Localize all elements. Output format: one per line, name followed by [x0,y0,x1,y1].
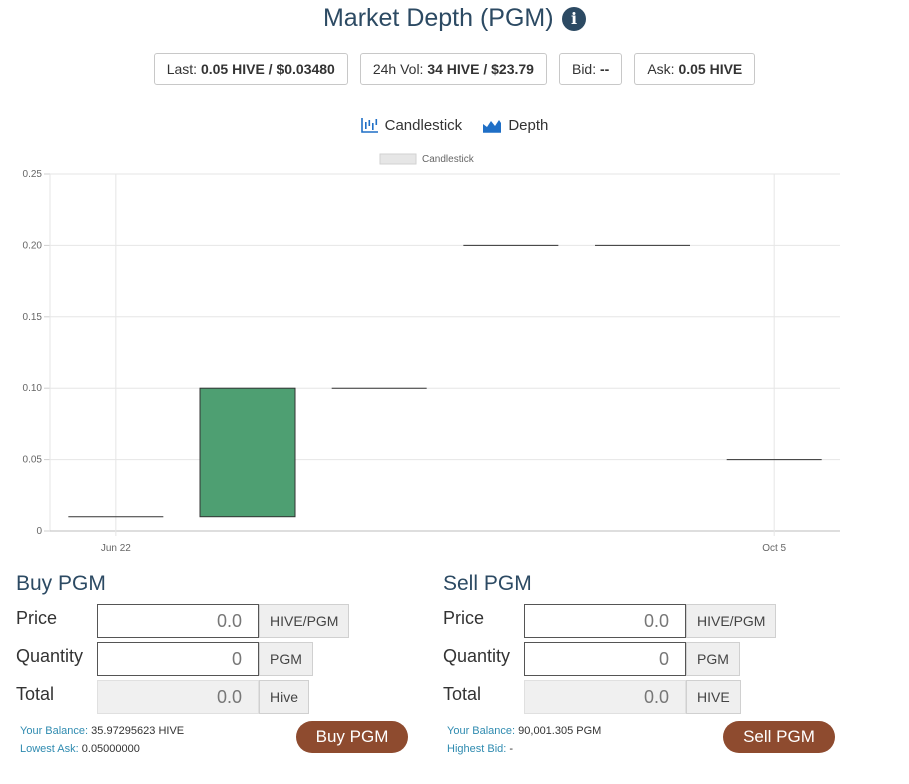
highest-bid-label[interactable]: Highest Bid: [447,743,506,755]
sell-balance-info: Your Balance: 90,001.305 PGM Highest Bid… [447,722,601,758]
lowest-ask-label[interactable]: Lowest Ask: [20,743,79,755]
highest-bid-value: - [509,743,514,755]
y-tick-label: 0.25 [23,169,43,180]
buy-price-input[interactable]: 0.0 [97,604,259,638]
sell-price-unit: HIVE/PGM [686,604,777,638]
lowest-ask-value: 0.05000000 [81,743,140,755]
sell-price-row: Price 0.0 HIVE/PGM [443,604,863,641]
market-stats: Last: 0.05 HIVE / $0.03480 24h Vol: 34 H… [0,53,909,85]
sell-price-input[interactable]: 0.0 [524,604,686,638]
y-tick-label: 0 [36,526,42,537]
stat-volume: 24h Vol: 34 HIVE / $23.79 [359,53,547,85]
sell-total-row: Total 0.0 HIVE [443,680,863,717]
sell-total-field: 0.0 [524,680,686,714]
buy-total-unit: Hive [259,680,310,714]
area-chart-icon [483,119,502,133]
sell-panel: Sell PGM Price 0.0 HIVE/PGM Quantity 0 P… [443,572,863,755]
sell-button[interactable]: Sell PGM [723,721,835,753]
sell-balance-label[interactable]: Your Balance: [447,725,515,737]
buy-title: Buy PGM [16,572,106,595]
buy-price-label: Price [16,608,58,628]
buy-quantity-input[interactable]: 0 [97,642,259,676]
info-circle-icon[interactable]: i [562,6,587,31]
stat-volume-value: 34 HIVE / $23.79 [427,61,534,77]
stat-bid: Bid: -- [558,53,623,85]
x-tick-label: Jun 22 [101,543,131,554]
sell-title: Sell PGM [443,572,532,595]
stat-ask-label: Ask: [647,61,675,77]
stat-bid-label: Bid: [571,61,597,77]
buy-balance-label[interactable]: Your Balance: [20,725,88,737]
stat-ask-value: 0.05 HIVE [678,61,743,77]
tab-depth[interactable]: Depth [482,117,548,134]
sell-quantity-row: Quantity 0 PGM [443,642,863,679]
candlestick-chart-icon [360,117,378,133]
buy-quantity-row: Quantity 0 PGM [16,642,436,679]
buy-total-row: Total 0.0 Hive [16,680,436,717]
buy-quantity-unit: PGM [259,642,313,676]
buy-panel: Buy PGM Price 0.0 HIVE/PGM Quantity 0 PG… [16,572,436,755]
y-tick-label: 0.15 [23,312,43,323]
legend-swatch [379,153,417,165]
candlestick-chart: 0 0.05 0.10 0.15 0.20 0.25 Jun 22 Oct 5 Candle… [23,153,840,554]
sell-quantity-label: Quantity [443,646,511,666]
sell-balance-value: 90,001.305 PGM [518,725,602,737]
stat-last-label: Last: [166,61,198,77]
buy-quantity-label: Quantity [16,646,84,666]
buy-price-row: Price 0.0 HIVE/PGM [16,604,436,641]
candle[interactable] [199,387,296,518]
buy-balance-value: 35.97295623 HIVE [91,725,185,737]
sell-quantity-input[interactable]: 0 [524,642,686,676]
stat-bid-value: -- [600,61,610,77]
x-tick-label: Oct 5 [762,543,786,554]
chart-type-tabs: Candlestick Depth [0,116,909,134]
page-title: Market Depth (PGM) [322,4,554,32]
sell-price-label: Price [443,608,485,628]
tab-candlestick-label: Candlestick [384,116,463,134]
y-tick-label: 0.20 [23,240,43,251]
buy-total-field: 0.0 [97,680,259,714]
tab-candlestick[interactable]: Candlestick [360,116,463,134]
stat-last-value: 0.05 HIVE / $0.03480 [200,61,335,77]
tab-depth-label: Depth [508,116,549,134]
y-tick-label: 0.05 [23,455,43,466]
sell-quantity-unit: PGM [686,642,740,676]
sell-total-label: Total [443,684,482,704]
buy-price-unit: HIVE/PGM [259,604,350,638]
buy-balance-info: Your Balance: 35.97295623 HIVE Lowest As… [20,722,184,758]
y-tick-label: 0.10 [23,383,43,394]
stat-last: Last: 0.05 HIVE / $0.03480 [153,53,348,85]
stat-volume-label: 24h Vol: [372,61,424,77]
sell-total-unit: HIVE [686,680,741,714]
header: Market Depth (PGM) i [0,4,909,33]
buy-total-label: Total [16,684,55,704]
buy-button[interactable]: Buy PGM [296,721,408,753]
legend-label: Candlestick [422,154,475,165]
stat-ask: Ask: 0.05 HIVE [634,53,756,85]
